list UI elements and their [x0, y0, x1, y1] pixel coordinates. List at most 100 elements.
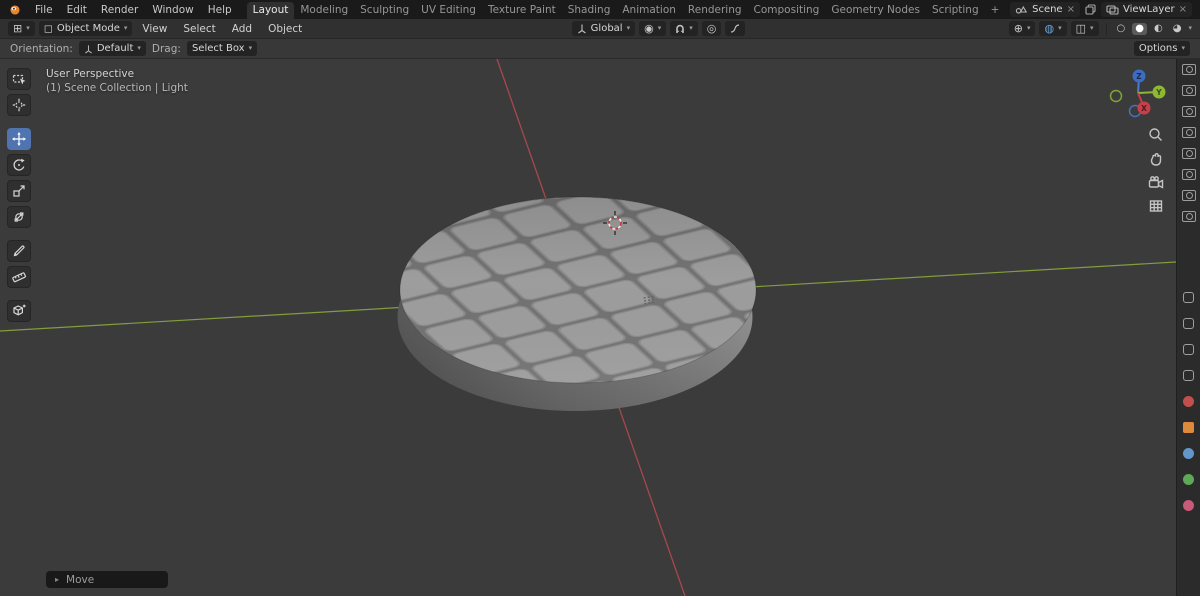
chevron-down-icon: ▾: [1090, 24, 1094, 32]
properties-tab-world[interactable]: [1183, 396, 1194, 407]
active-collection-label: (1) Scene Collection | Light: [46, 82, 188, 94]
mode-selector[interactable]: ◻ Object Mode ▾: [38, 21, 133, 36]
operator-panel-move[interactable]: ▸ Move: [46, 571, 168, 588]
tool-cursor[interactable]: [7, 94, 31, 116]
menu-render[interactable]: Render: [94, 4, 145, 16]
zoom-icon[interactable]: [1149, 128, 1162, 141]
viewport-canvas[interactable]: Z Y X: [0, 59, 1176, 596]
proportional-editing-icon: ◎: [706, 22, 717, 35]
move-icon: [12, 132, 26, 146]
properties-tab-output[interactable]: [1183, 318, 1194, 329]
pan-hand-icon[interactable]: [1150, 152, 1162, 166]
editor-type-button[interactable]: ⊞ ▾: [8, 21, 35, 36]
chevron-down-icon: ▾: [123, 24, 128, 32]
workspace-tab-shading[interactable]: Shading: [562, 2, 617, 19]
shading-rendered-button[interactable]: ◕: [1170, 23, 1185, 35]
magnet-icon: [675, 24, 685, 34]
workspace-tab-texture-paint[interactable]: Texture Paint: [482, 2, 562, 19]
properties-tab-object[interactable]: [1183, 422, 1194, 433]
workspace-tab-compositing[interactable]: Compositing: [748, 2, 826, 19]
tool-rotate[interactable]: [7, 154, 31, 176]
tool-header: ⊞ ▾ ◻ Object Mode ▾ View Select Add Obje…: [0, 19, 1200, 39]
camera-icon[interactable]: [1181, 148, 1196, 159]
add-cube-icon: [13, 304, 26, 316]
menu-select[interactable]: Select: [177, 23, 221, 35]
view-layer-remove-icon[interactable]: ×: [1179, 4, 1187, 15]
tool-transform[interactable]: [7, 206, 31, 228]
transform-orientation-selector[interactable]: Global ▾: [571, 21, 636, 36]
tool-annotate[interactable]: [7, 240, 31, 262]
scene-selector[interactable]: Scene ×: [1010, 2, 1080, 17]
tool-scale[interactable]: [7, 180, 31, 202]
origin-grid-icon: [643, 295, 655, 305]
camera-view-icon[interactable]: [1148, 176, 1164, 189]
right-icon-strip: [1176, 59, 1200, 596]
object-mode-icon: ◻: [43, 22, 53, 35]
orthographic-grid-icon[interactable]: [1149, 200, 1163, 212]
workspace-tab-layout[interactable]: Layout: [246, 2, 295, 19]
tool-settings-header: Orientation: Default ▾ Drag: Select Box …: [0, 39, 1200, 59]
tool-select-box[interactable]: [7, 68, 31, 90]
properties-tab-modifiers[interactable]: [1183, 448, 1194, 459]
menu-edit[interactable]: Edit: [60, 4, 94, 16]
mesh-object-cylinder[interactable]: [397, 196, 757, 411]
camera-icon[interactable]: [1181, 211, 1196, 222]
menu-view[interactable]: View: [136, 23, 173, 35]
camera-icon[interactable]: [1181, 190, 1196, 201]
pivot-point-selector[interactable]: ◉ ▾: [639, 21, 667, 36]
snap-toggle[interactable]: ▾: [670, 21, 698, 36]
scale-icon: [13, 185, 25, 197]
shading-material-button[interactable]: ◐: [1151, 23, 1166, 35]
orientation-default-value: Default: [96, 43, 134, 54]
proportional-editing-toggle[interactable]: ◎: [701, 21, 722, 36]
new-scene-icon[interactable]: [1085, 4, 1096, 15]
properties-tab-render[interactable]: [1183, 292, 1194, 303]
viewport-3d[interactable]: Z Y X User Perspective (1) Scene Collect…: [0, 59, 1176, 596]
workspace-tab-uv-editing[interactable]: UV Editing: [415, 2, 482, 19]
menu-window[interactable]: Window: [145, 4, 200, 16]
workspace-tab-rendering[interactable]: Rendering: [682, 2, 748, 19]
view-layer-selector[interactable]: ViewLayer ×: [1100, 2, 1192, 17]
menu-help[interactable]: Help: [201, 4, 239, 16]
chevron-down-icon: ▾: [657, 24, 662, 32]
tool-measure[interactable]: [7, 266, 31, 288]
options-button[interactable]: Options ▾: [1133, 41, 1190, 56]
shading-solid-button[interactable]: ●: [1132, 22, 1147, 35]
shading-dropdown-icon[interactable]: ▾: [1188, 25, 1192, 32]
workspace-tab-scripting[interactable]: Scripting: [926, 2, 985, 19]
shading-wireframe-button[interactable]: ○: [1114, 23, 1129, 35]
drag-mode-selector[interactable]: Select Box ▾: [186, 41, 258, 56]
navigation-gizmo[interactable]: Z Y X: [1109, 69, 1166, 118]
workspace-tab-modeling[interactable]: Modeling: [294, 2, 354, 19]
camera-icon[interactable]: [1181, 64, 1196, 75]
show-gizmos-toggle[interactable]: ⊕ ▾: [1008, 21, 1036, 36]
workspace-tab-sculpting[interactable]: Sculpting: [354, 2, 415, 19]
workspace-tab-geometry-nodes[interactable]: Geometry Nodes: [825, 2, 926, 19]
blender-logo-icon[interactable]: [8, 0, 22, 19]
properties-tab-scene[interactable]: [1183, 370, 1194, 381]
falloff-selector[interactable]: [725, 21, 746, 36]
orientation-default-selector[interactable]: Default ▾: [78, 41, 146, 56]
tool-move[interactable]: [7, 128, 31, 150]
workspace-tab-animation[interactable]: Animation: [616, 2, 682, 19]
topbar-right: Scene × ViewLayer ×: [1010, 0, 1192, 19]
xray-toggle[interactable]: ◫ ▾: [1070, 21, 1099, 36]
camera-icon[interactable]: [1181, 169, 1196, 180]
tool-add-cube[interactable]: [7, 300, 31, 322]
properties-tab-view-layer[interactable]: [1183, 344, 1194, 355]
properties-tab-material[interactable]: [1183, 500, 1194, 511]
gizmo-minus-y-ball[interactable]: [1109, 89, 1123, 103]
expand-arrow-icon: ▸: [55, 575, 60, 584]
menu-object[interactable]: Object: [262, 23, 308, 35]
menu-add[interactable]: Add: [226, 23, 258, 35]
orientation-axes-icon: [577, 23, 587, 34]
properties-tab-data[interactable]: [1183, 474, 1194, 485]
camera-icon[interactable]: [1181, 127, 1196, 138]
camera-icon[interactable]: [1181, 85, 1196, 96]
show-overlays-toggle[interactable]: ◍ ▾: [1039, 21, 1067, 36]
menu-file[interactable]: File: [28, 4, 60, 16]
view-perspective-label: User Perspective: [46, 68, 135, 80]
camera-icon[interactable]: [1181, 106, 1196, 117]
add-workspace-button[interactable]: +: [985, 2, 1006, 19]
scene-unlink-icon[interactable]: ×: [1067, 4, 1075, 15]
